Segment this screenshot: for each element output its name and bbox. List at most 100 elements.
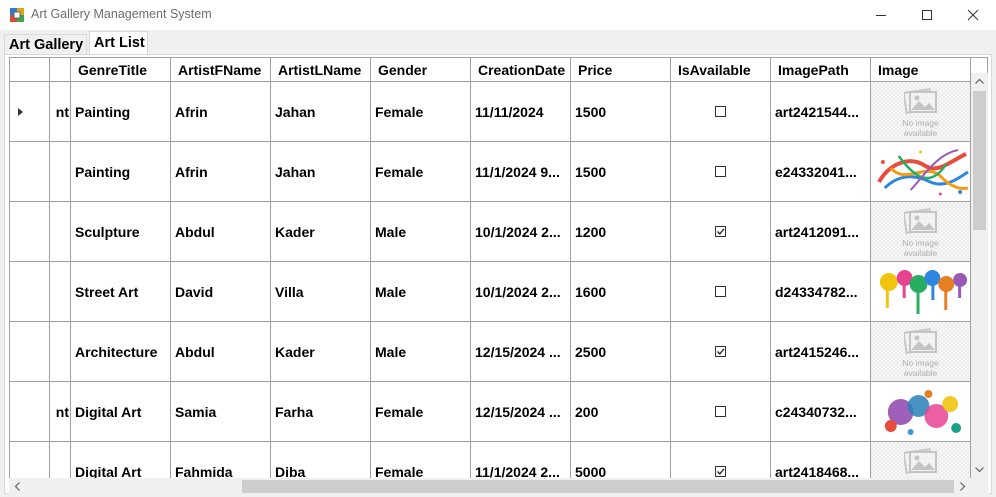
horizontal-scroll-thumb[interactable]: [242, 480, 954, 493]
genre-cell[interactable]: Painting: [71, 142, 171, 202]
path-cell[interactable]: art2421544...: [771, 82, 871, 142]
lname-cell[interactable]: Kader: [271, 322, 371, 382]
is-available-checkbox[interactable]: [715, 226, 726, 237]
is-available-cell[interactable]: [671, 142, 771, 202]
column-header-gender[interactable]: Gender: [371, 58, 471, 82]
truncated-cell[interactable]: [50, 142, 71, 202]
column-header-artistfname[interactable]: ArtistFName: [171, 58, 271, 82]
row-header[interactable]: [10, 322, 50, 382]
image-cell[interactable]: No imageavailable: [871, 82, 971, 142]
image-cell[interactable]: No imageavailable: [871, 322, 971, 382]
is-available-checkbox[interactable]: [715, 166, 726, 177]
image-cell[interactable]: [871, 142, 971, 202]
path-cell[interactable]: art2415246...: [771, 322, 871, 382]
scroll-down-icon[interactable]: [971, 461, 988, 478]
tab-art-gallery[interactable]: Art Gallery: [4, 34, 87, 54]
price-cell[interactable]: 2500: [571, 322, 671, 382]
scroll-up-icon[interactable]: [971, 73, 988, 90]
lname-cell[interactable]: Villa: [271, 262, 371, 322]
price-cell[interactable]: 200: [571, 382, 671, 442]
fname-cell[interactable]: Afrin: [171, 82, 271, 142]
price-cell[interactable]: 1600: [571, 262, 671, 322]
is-available-cell[interactable]: [671, 262, 771, 322]
is-available-checkbox[interactable]: [715, 106, 726, 117]
fname-cell[interactable]: Abdul: [171, 202, 271, 262]
price-cell[interactable]: 1500: [571, 82, 671, 142]
price-cell[interactable]: 1500: [571, 142, 671, 202]
gender-cell[interactable]: Female: [371, 382, 471, 442]
artwork-thumbnail-digital-splash: [871, 382, 970, 441]
image-cell[interactable]: [871, 262, 971, 322]
column-header-image[interactable]: Image: [871, 58, 971, 82]
column-header-price[interactable]: Price: [571, 58, 671, 82]
date-cell[interactable]: 10/1/2024 2...: [471, 262, 571, 322]
lname-cell[interactable]: Kader: [271, 202, 371, 262]
truncated-cell[interactable]: [50, 202, 71, 262]
gender-cell[interactable]: Male: [371, 262, 471, 322]
no-image-text: available: [903, 368, 938, 378]
column-header-artistlname[interactable]: ArtistLName: [271, 58, 371, 82]
is-available-checkbox[interactable]: [715, 466, 726, 477]
maximize-button[interactable]: [904, 0, 950, 30]
is-available-cell[interactable]: [671, 82, 771, 142]
image-cell[interactable]: No imageavailable: [871, 202, 971, 262]
truncated-cell[interactable]: [50, 322, 71, 382]
genre-cell[interactable]: Painting: [71, 82, 171, 142]
fname-cell[interactable]: Abdul: [171, 322, 271, 382]
lname-cell[interactable]: Jahan: [271, 142, 371, 202]
gender-cell[interactable]: Female: [371, 82, 471, 142]
is-available-cell[interactable]: [671, 382, 771, 442]
date-cell[interactable]: 12/15/2024 ...: [471, 322, 571, 382]
column-header-isavailable[interactable]: IsAvailable: [671, 58, 771, 82]
genre-cell[interactable]: Sculpture: [71, 202, 171, 262]
path-cell[interactable]: e24332041...: [771, 142, 871, 202]
is-available-checkbox[interactable]: [715, 346, 726, 357]
lname-cell[interactable]: Farha: [271, 382, 371, 442]
art-data-grid[interactable]: GenreTitle ArtistFName ArtistLName Gender Cr…: [9, 57, 988, 494]
column-header-imagepath[interactable]: ImagePath: [771, 58, 871, 82]
gender-cell[interactable]: Female: [371, 142, 471, 202]
column-header-genretitle[interactable]: GenreTitle: [71, 58, 171, 82]
image-cell[interactable]: [871, 382, 971, 442]
fname-cell[interactable]: Samia: [171, 382, 271, 442]
genre-cell[interactable]: Digital Art: [71, 382, 171, 442]
date-cell[interactable]: 10/1/2024 2...: [471, 202, 571, 262]
column-header-creationdate[interactable]: CreationDate: [471, 58, 571, 82]
path-cell[interactable]: c24340732...: [771, 382, 871, 442]
genre-cell[interactable]: Architecture: [71, 322, 171, 382]
date-cell[interactable]: 11/11/2024: [471, 82, 571, 142]
truncated-cell[interactable]: nt: [50, 82, 71, 142]
truncated-cell[interactable]: nt: [50, 382, 71, 442]
row-header[interactable]: [10, 142, 50, 202]
horizontal-scrollbar[interactable]: [9, 478, 971, 495]
scroll-left-icon[interactable]: [9, 478, 26, 495]
minimize-button[interactable]: [858, 0, 904, 30]
is-available-checkbox[interactable]: [715, 406, 726, 417]
scroll-right-icon[interactable]: [954, 478, 971, 495]
date-cell[interactable]: 11/1/2024 9...: [471, 142, 571, 202]
tab-art-list[interactable]: Art List: [89, 31, 148, 55]
fname-cell[interactable]: David: [171, 262, 271, 322]
scrollbar-corner: [971, 478, 988, 495]
gender-cell[interactable]: Male: [371, 322, 471, 382]
row-header[interactable]: [10, 82, 50, 142]
path-cell[interactable]: d24334782...: [771, 262, 871, 322]
row-header[interactable]: [10, 202, 50, 262]
row-header[interactable]: [10, 262, 50, 322]
maximize-icon: [922, 10, 932, 20]
is-available-checkbox[interactable]: [715, 286, 726, 297]
genre-cell[interactable]: Street Art: [71, 262, 171, 322]
vertical-scrollbar[interactable]: [971, 73, 988, 478]
price-cell[interactable]: 1200: [571, 202, 671, 262]
is-available-cell[interactable]: [671, 322, 771, 382]
row-header[interactable]: [10, 382, 50, 442]
close-button[interactable]: [950, 0, 996, 30]
truncated-cell[interactable]: [50, 262, 71, 322]
lname-cell[interactable]: Jahan: [271, 82, 371, 142]
vertical-scroll-thumb[interactable]: [973, 91, 986, 230]
path-cell[interactable]: art2412091...: [771, 202, 871, 262]
fname-cell[interactable]: Afrin: [171, 142, 271, 202]
gender-cell[interactable]: Male: [371, 202, 471, 262]
date-cell[interactable]: 12/15/2024 ...: [471, 382, 571, 442]
is-available-cell[interactable]: [671, 202, 771, 262]
